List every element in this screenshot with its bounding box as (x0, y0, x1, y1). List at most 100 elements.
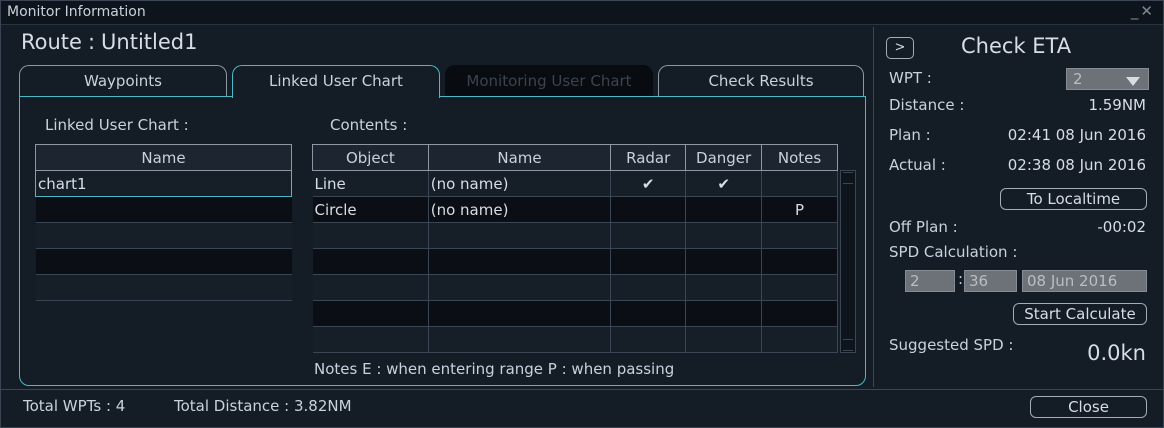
suggested-spd-value: 0.0kn (1087, 341, 1146, 365)
total-wpts: Total WPTs : 4 (23, 397, 126, 415)
object-cell (312, 222, 429, 249)
notes-header: Notes (761, 144, 838, 171)
linked-user-chart-label: Linked User Chart : (45, 116, 189, 134)
name-header: Name (427, 144, 612, 171)
table-row[interactable] (35, 274, 292, 301)
name-cell: (no name) (428, 196, 612, 223)
linked-chart-table: Name chart1 (35, 144, 292, 301)
danger-cell[interactable] (685, 222, 763, 249)
notes-legend: Notes E : when entering range P : when p… (314, 360, 675, 378)
off-plan-label: Off Plan : (889, 218, 958, 236)
chevron-down-icon (1126, 77, 1140, 86)
danger-cell[interactable] (685, 326, 763, 353)
radar-check-icon[interactable]: ✔ (610, 170, 687, 197)
spd-minute-input[interactable]: 36 (964, 270, 1017, 292)
notes-cell[interactable]: P (761, 196, 838, 223)
plan-label: Plan : (889, 126, 931, 144)
off-plan-value: -00:02 (1097, 218, 1146, 236)
object-cell (312, 248, 429, 275)
name-cell: (no name) (428, 170, 612, 197)
object-cell (312, 274, 429, 301)
route-label: Route (21, 30, 82, 54)
danger-cell[interactable] (685, 248, 763, 275)
notes-cell[interactable] (761, 300, 838, 327)
table-row[interactable] (312, 300, 838, 327)
table-row[interactable] (35, 196, 292, 223)
panel-divider (873, 27, 874, 387)
linked-chart-cell[interactable] (35, 196, 292, 223)
linked-chart-cell[interactable] (35, 222, 292, 249)
wpt-label: WPT : (889, 69, 932, 87)
contents-scrollbar[interactable] (840, 170, 856, 353)
to-localtime-button[interactable]: To Localtime (1000, 188, 1147, 210)
start-calculate-button[interactable]: Start Calculate (1013, 303, 1147, 325)
actual-value: 02:38 08 Jun 2016 (1007, 156, 1146, 174)
plan-value: 02:41 08 Jun 2016 (1007, 126, 1146, 144)
route-heading: Route: Untitled1 (21, 30, 198, 54)
notes-cell[interactable] (761, 222, 838, 249)
radar-cell[interactable] (610, 326, 687, 353)
danger-cell[interactable] (685, 196, 763, 223)
distance-label: Distance : (889, 96, 965, 114)
wpt-select-value: 2 (1073, 70, 1083, 88)
name-cell (428, 222, 612, 249)
contents-table: Object Name Radar Danger Notes Line (no … (312, 144, 838, 353)
table-row[interactable] (35, 222, 292, 249)
object-header: Object (312, 144, 429, 171)
check-eta-title: Check ETA (961, 34, 1072, 58)
notes-cell[interactable] (761, 248, 838, 275)
radar-header: Radar (610, 144, 687, 171)
tab-monitoring-user-chart: Monitoring User Chart (445, 65, 653, 97)
window-title: Monitor Information (7, 4, 146, 20)
name-cell (428, 248, 612, 275)
notes-cell[interactable] (761, 274, 838, 301)
notes-cell[interactable] (761, 326, 838, 353)
danger-check-icon[interactable]: ✔ (685, 170, 763, 197)
table-row[interactable] (35, 248, 292, 275)
object-cell (312, 326, 429, 353)
window-controls[interactable]: _✕ (1131, 2, 1155, 20)
spd-date-input[interactable]: 08 Jun 2016 (1022, 270, 1147, 292)
notes-cell[interactable] (761, 170, 838, 197)
object-cell: Circle (312, 196, 429, 223)
wpt-select[interactable]: 2 (1066, 68, 1149, 90)
danger-header: Danger (685, 144, 763, 171)
close-button[interactable]: Close (1030, 396, 1147, 418)
spd-hour-input[interactable]: 2 (905, 270, 955, 292)
linked-chart-cell[interactable] (35, 248, 292, 275)
eta-expand-button[interactable]: > (886, 37, 914, 59)
table-row[interactable]: Circle (no name) P (312, 196, 838, 223)
table-row[interactable] (312, 274, 838, 301)
tab-check-results[interactable]: Check Results (658, 65, 864, 97)
table-row[interactable] (312, 326, 838, 353)
tab-waypoints[interactable]: Waypoints (19, 65, 227, 97)
contents-label: Contents : (330, 116, 408, 134)
tab-linked-user-chart[interactable]: Linked User Chart (232, 65, 440, 98)
radar-cell[interactable] (610, 248, 687, 275)
spd-time-separator: : (958, 270, 964, 288)
actual-label: Actual : (889, 156, 946, 174)
monitor-information-window: Monitor Information _✕ Route: Untitled1 W… (0, 0, 1164, 428)
total-distance: Total Distance : 3.82NM (174, 397, 352, 415)
scroll-down-icon[interactable] (843, 339, 853, 351)
table-row[interactable]: chart1 (35, 170, 292, 197)
danger-cell[interactable] (685, 274, 763, 301)
radar-cell[interactable] (610, 300, 687, 327)
scroll-up-icon[interactable] (843, 172, 853, 184)
table-row[interactable] (312, 222, 838, 249)
table-row[interactable]: Line (no name) ✔ ✔ (312, 170, 838, 197)
linked-chart-cell[interactable]: chart1 (35, 170, 292, 197)
table-row[interactable] (312, 248, 838, 275)
route-name: Untitled1 (101, 30, 198, 54)
linked-chart-name-header: Name (35, 144, 292, 171)
name-cell (428, 274, 612, 301)
danger-cell[interactable] (685, 300, 763, 327)
radar-cell[interactable] (610, 196, 687, 223)
radar-cell[interactable] (610, 274, 687, 301)
spd-calculation-label: SPD Calculation : (889, 243, 1018, 261)
linked-chart-cell[interactable] (35, 274, 292, 301)
name-cell (428, 300, 612, 327)
object-cell: Line (312, 170, 429, 197)
radar-cell[interactable] (610, 222, 687, 249)
name-cell (428, 326, 612, 353)
